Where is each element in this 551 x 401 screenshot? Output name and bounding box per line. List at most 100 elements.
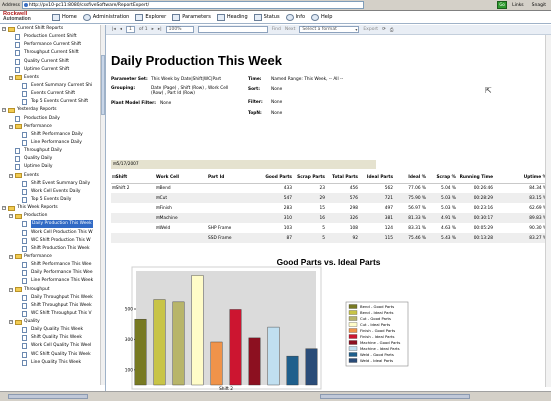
y-tick-label: 100 [125,367,133,373]
cell-work-cell: ⊟Machine [155,213,207,223]
nav-help[interactable]: Help [311,13,332,21]
collapse-toggle-icon[interactable]: − [9,254,13,259]
tree-folder[interactable]: − Performance [0,253,105,261]
collapse-toggle-icon[interactable]: − [9,124,13,129]
tree-report-item[interactable]: Quality Daily [0,155,105,163]
collapse-toggle-icon[interactable]: − [9,287,13,292]
tree-report-item[interactable]: WC Shift Throughput This V [0,310,105,318]
horizontal-scrollbar[interactable] [0,391,551,401]
tree-report-item[interactable]: Shift Performance This Wee [0,261,105,269]
tree-report-item[interactable]: Uptime Daily [0,163,105,171]
last-page-icon[interactable]: ▸| [158,27,162,32]
collapse-toggle-icon[interactable]: − [2,27,6,31]
cell-ideal-parts: 115 [359,233,394,243]
first-page-icon[interactable]: |◂ [112,27,116,32]
tree-folder[interactable]: − Current Shift Reports [0,25,105,33]
tree-report-item[interactable]: Work Cell Production This W [0,229,105,237]
cell-part-id-value: SHP Frame [208,225,232,231]
tree-folder[interactable]: − Performance [0,123,105,131]
nav-heading[interactable]: Heading [216,13,248,21]
tree-report-item[interactable]: Throughput Current Shift [0,49,105,57]
tree-report-item[interactable]: Shift Performance Daily [0,131,105,139]
tree-report-item[interactable]: Shift Throughput This Week [0,302,105,310]
tree-report-item[interactable]: Top 5 Events Current Shift [0,98,105,106]
time-label: Time: [248,77,262,82]
go-button[interactable]: Go [497,1,508,9]
tree-report-item[interactable]: Line Quality This Week [0,359,105,367]
tree-report-item[interactable]: Shift Production This Week [0,245,105,253]
next-page-icon[interactable]: ▸ [152,27,154,32]
tree-report-item[interactable]: Daily Performance This Wee [0,269,105,277]
find-link[interactable]: Find [272,27,281,32]
tree-report-item[interactable]: Quality Current Shift [0,58,105,66]
tree-folder[interactable]: − Events [0,172,105,180]
collapse-toggle-icon[interactable]: − [9,214,13,219]
collapse-toggle-icon[interactable]: − [9,75,13,80]
tree-folder[interactable]: − Production [0,212,105,220]
legend-swatch [348,352,358,357]
date-group-header[interactable]: ⊟5/17/2007 [111,160,376,169]
tree-item-label: Line Performance Daily [31,139,82,145]
tree-report-item[interactable]: Work Cell Events Daily [0,188,105,196]
tree-report-item[interactable]: Event Summary Current Shi [0,82,105,90]
nav-home[interactable]: Home [52,13,77,21]
tree-report-item[interactable]: WC Shift Production This W [0,237,105,245]
collapse-toggle-icon[interactable]: − [9,320,13,325]
tree-folder[interactable]: − Throughput [0,286,105,294]
page-input[interactable]: 1 [126,26,135,33]
print-icon[interactable]: ⎙ [390,27,394,33]
links-button[interactable]: Links [509,2,527,9]
tree-item-label: Performance Current Shift [24,42,82,48]
tree-folder[interactable]: − Quality [0,318,105,326]
tree-report-item[interactable]: Production Current Shift [0,33,105,41]
tree-report-item[interactable]: Events Current Shift [0,90,105,98]
zoom-select[interactable]: 100% [165,26,194,33]
format-select[interactable]: Select a format [299,26,360,33]
collapse-toggle-icon[interactable]: − [2,108,6,113]
tree-report-item[interactable]: Shift Event Summary Daily [0,180,105,188]
nav-status[interactable]: Status [253,13,280,21]
report-scrollbar[interactable] [545,35,551,387]
col-good-parts: Good Parts [259,173,293,184]
tree-report-item[interactable]: Uptime Current Shift [0,66,105,74]
collapse-toggle-icon[interactable]: − [9,173,13,178]
nav-explorer[interactable]: Explorer [135,13,166,21]
nav-parameters[interactable]: Parameters [172,13,211,21]
tree-report-item[interactable]: Line Performance This Week [0,277,105,285]
tree-report-item[interactable]: WC Shift Quality This Week [0,351,105,359]
tree-report-item[interactable]: Shift Quality This Week [0,334,105,342]
tree-report-item[interactable]: Throughput Daily [0,147,105,155]
content-hscroll-thumb[interactable] [320,394,470,399]
legend-swatch [348,310,358,315]
next-link[interactable]: Next [285,27,295,32]
tree-folder[interactable]: − Yesterday Reports [0,106,105,114]
tree-folder[interactable]: − Events [0,74,105,82]
tree-report-item[interactable]: Daily Throughput This Week [0,294,105,302]
export-link[interactable]: Export [363,27,378,32]
tree-report-item[interactable]: Top 5 Events Daily [0,196,105,204]
cell-ideal-pct: 77.06 % [394,183,427,193]
nav-info[interactable]: Info [285,13,305,21]
refresh-icon[interactable]: ⟳ [382,27,386,32]
tree-report-item[interactable]: Daily Production This Week [0,220,105,229]
snagit-button[interactable]: Snagit [529,2,549,9]
prev-page-icon[interactable]: ◂ [120,27,122,32]
tree-report-item[interactable]: Production Daily [0,115,105,123]
folder-icon [15,213,22,219]
report-page-icon [15,66,20,73]
tree-hscroll-thumb[interactable] [8,394,88,399]
tree-report-item[interactable]: Performance Current Shift [0,41,105,49]
address-input[interactable]: http://pv10-pc11:8080/cssfiveSoftware/Re… [21,1,364,9]
collapse-toggle-icon[interactable]: − [2,206,6,211]
cell-part-id [207,213,259,223]
tree-scroll-thumb[interactable] [101,55,105,115]
tree-folder[interactable]: − This Week Reports [0,204,105,212]
tree-scrollbar[interactable] [100,25,105,385]
tree-report-item[interactable]: Daily Quality This Week [0,326,105,334]
find-input[interactable] [197,26,268,33]
col-shift[interactable]: ⊟Shift [111,173,155,184]
cell-shift-value: Shift 2 [115,185,130,191]
tree-report-item[interactable]: Line Performance Daily [0,139,105,147]
tree-report-item[interactable]: Work Cell Quality This Weel [0,342,105,350]
nav-administration[interactable]: Administration [82,13,129,21]
